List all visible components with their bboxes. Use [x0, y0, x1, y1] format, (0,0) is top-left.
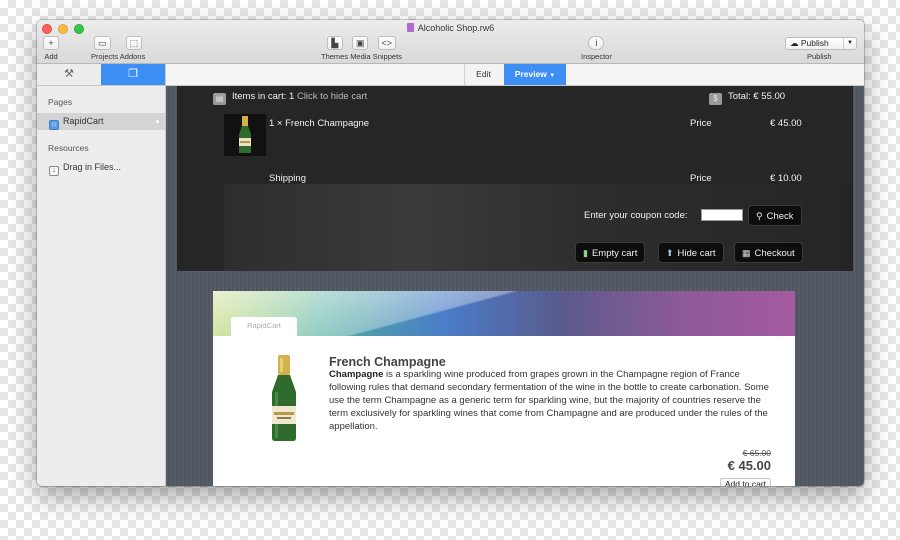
chevron-down-icon[interactable]: ▼	[843, 38, 856, 49]
sidebar-item-rapidcart[interactable]: ⌂ RapidCart	[37, 113, 165, 130]
empty-cart-button[interactable]: ▮ Empty cart	[575, 242, 646, 263]
projects-addons-tools: ▭ ⬚ Projects Addons	[91, 36, 145, 61]
line-price-label: Price	[690, 118, 712, 129]
media-icon[interactable]: ▣	[351, 36, 369, 50]
projects-icon[interactable]: ▭	[94, 36, 111, 50]
champagne-bottle-icon	[272, 355, 296, 441]
addons-label: Addons	[119, 52, 146, 61]
header-banner	[213, 291, 795, 336]
wand-icon: ⚲	[756, 211, 763, 221]
product-card: French Champagne Champagne is a sparklin…	[213, 336, 795, 486]
sidebar-tabs: ⚒ ❐	[37, 64, 165, 86]
items-label: Items in cart:	[232, 91, 287, 102]
download-icon: ↓	[49, 166, 59, 176]
projects-label: Projects	[91, 52, 119, 61]
sidebar-item-drag-files[interactable]: ↓ Drag in Files...	[37, 159, 165, 176]
product-title: French Champagne	[329, 355, 446, 369]
champagne-bottle-icon	[239, 116, 251, 153]
site-tools-labels: Themes Media Snippets	[321, 52, 402, 61]
total-value: € 55.00	[753, 91, 786, 102]
resources-heading: Resources	[48, 143, 89, 153]
media-label: Media	[350, 52, 371, 61]
plus-icon[interactable]: +	[43, 36, 59, 50]
product-description: Champagne is a sparkling wine produced f…	[329, 368, 769, 433]
line-item-name: 1 × French Champagne	[269, 118, 370, 129]
add-tool[interactable]: + Add	[42, 36, 60, 61]
snippets-label: Snippets	[372, 52, 402, 61]
old-price: € 65.00	[742, 448, 771, 458]
inspector-label: Inspector	[581, 52, 612, 61]
pages-icon: ❐	[128, 68, 138, 80]
toolbar: Alcoholic Shop.rw6 + Add ▭ ⬚ Projects Ad…	[37, 20, 864, 64]
chevron-down-icon: ▼	[549, 73, 556, 79]
projects-addons-labels: Projects Addons	[91, 52, 145, 61]
product-description-text: is a sparkling wine produced from grapes…	[329, 369, 769, 432]
product-thumbnail	[224, 114, 266, 156]
hide-cart-label: Hide cart	[677, 248, 716, 259]
snippets-icon[interactable]: <>	[377, 36, 397, 50]
themes-label: Themes	[321, 52, 349, 61]
mode-bar: Edit Preview ▼	[166, 64, 864, 86]
publish-icon: ☁	[790, 38, 799, 48]
arrow-up-icon: ⬆	[666, 248, 674, 258]
check-button[interactable]: ⚲ Check	[748, 205, 802, 226]
app-window: Alcoholic Shop.rw6 + Add ▭ ⬚ Projects Ad…	[37, 20, 864, 486]
check-button-label: Check	[766, 211, 794, 222]
total-label: Total:	[728, 91, 751, 102]
preview-canvas: ▤ Items in cart: 1 Click to hide cart $ To…	[166, 86, 864, 486]
pages-heading: Pages	[48, 97, 73, 107]
coupon-label: Enter your coupon code:	[584, 210, 688, 221]
publish-button[interactable]: ☁ Publish ▼	[785, 37, 857, 50]
tab-pages[interactable]: ❐	[101, 64, 165, 85]
shipping-price-label: Price	[690, 173, 712, 184]
window-title: Alcoholic Shop.rw6	[37, 23, 864, 33]
empty-cart-label: Empty cart	[591, 248, 638, 259]
shipping-price: € 10.00	[770, 173, 802, 184]
addons-icon[interactable]: ⬚	[125, 36, 143, 50]
current-price: € 45.00	[727, 458, 771, 473]
sidebar-item-label: RapidCart	[63, 116, 104, 126]
document-icon	[406, 23, 414, 32]
page-icon: ⌂	[49, 120, 59, 130]
hide-hint: Click to hide cart	[296, 91, 368, 102]
shopping-bag-icon: ▤	[213, 93, 226, 105]
wrench-icon: ⚒	[64, 68, 74, 80]
cash-icon: $	[709, 93, 722, 105]
tab-edit[interactable]: Edit	[464, 64, 502, 85]
checkout-button[interactable]: ▦ Checkout	[734, 242, 803, 263]
checkout-label: Checkout	[754, 248, 795, 259]
line-price: € 45.00	[770, 118, 802, 129]
banner-shine	[213, 291, 795, 336]
tab-settings[interactable]: ⚒	[37, 64, 101, 85]
items-in-cart[interactable]: ▤ Items in cart: 1 Click to hide cart	[213, 91, 367, 105]
items-count: 1	[289, 91, 295, 102]
window-title-text: Alcoholic Shop.rw6	[417, 23, 495, 33]
publish-label: Publish	[807, 52, 832, 61]
tab-preview-label: Preview	[514, 69, 547, 79]
coupon-input[interactable]	[701, 209, 743, 221]
cart-icon: ▦	[742, 248, 751, 258]
cart-total: $ Total: € 55.00	[709, 91, 785, 105]
publish-button-label: Publish	[800, 38, 829, 48]
shipping-label: Shipping	[269, 173, 306, 184]
site-tools: ▙ ▣ <> Themes Media Snippets	[321, 36, 402, 61]
hide-cart-button[interactable]: ⬆ Hide cart	[658, 242, 724, 263]
trash-icon: ▮	[583, 248, 588, 258]
cart-panel: ▤ Items in cart: 1 Click to hide cart $ To…	[177, 86, 853, 271]
add-label: Add	[44, 52, 58, 61]
tab-preview[interactable]: Preview ▼	[504, 64, 566, 85]
sidebar-item-label: Drag in Files...	[63, 162, 122, 172]
rapidcart-tab: RapidCart	[231, 317, 297, 336]
page-status-dot	[156, 120, 159, 123]
info-icon[interactable]: i	[588, 36, 605, 50]
add-to-cart-button[interactable]: Add to cart	[719, 478, 771, 486]
inspector-tool[interactable]: i Inspector	[581, 36, 612, 61]
sidebar: ⚒ ❐ Pages ⌂ RapidCart Resources ↓ Drag in …	[37, 64, 166, 486]
product-description-bold: Champagne	[329, 369, 384, 380]
themes-icon[interactable]: ▙	[326, 36, 343, 50]
